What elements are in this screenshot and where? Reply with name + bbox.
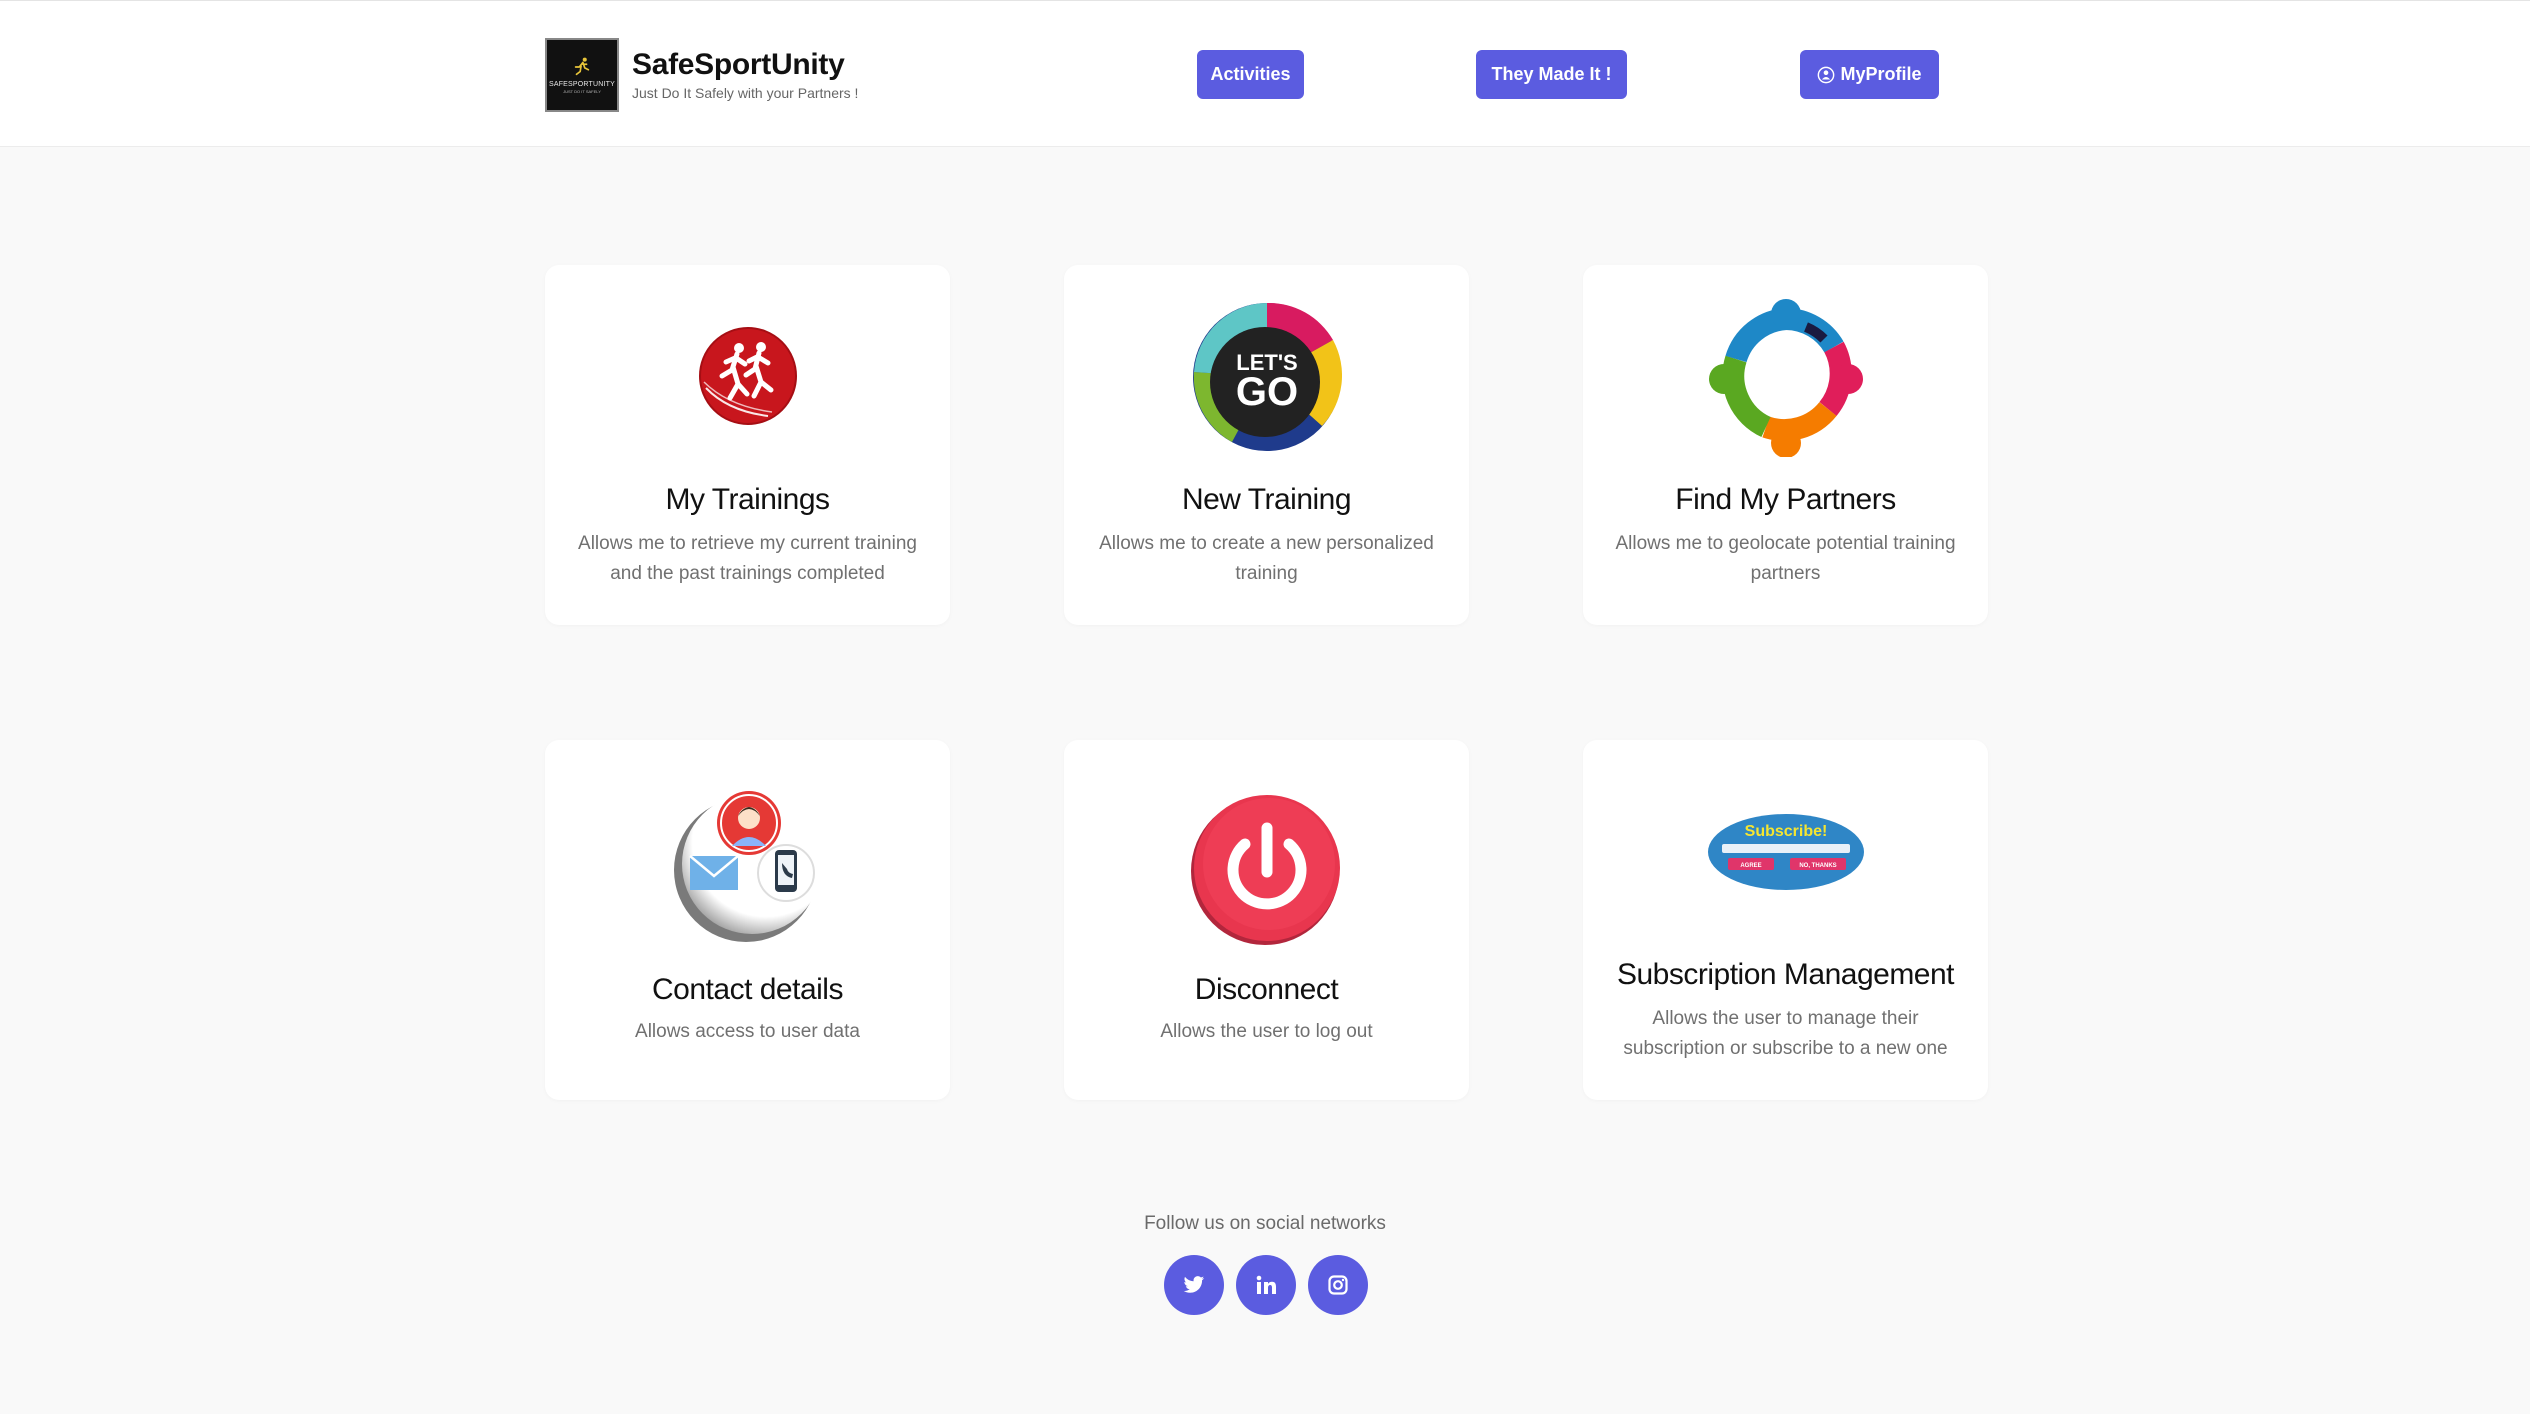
twitter-button[interactable] [1164,1255,1224,1315]
subscribe-icon: Subscribe! AGREE NO, THANKS [1707,814,1864,890]
card-icon-wrap [1583,297,1988,457]
follow-us-text: Follow us on social networks [1144,1213,1386,1234]
card-title: My Trainings [665,483,830,516]
logo-text: SAFESPORTUNITY [548,81,616,88]
card-title: Subscription Management [1616,958,1955,991]
card-title: New Training [1181,483,1352,516]
linkedin-button[interactable] [1236,1255,1296,1315]
activities-button[interactable]: Activities [1197,50,1304,99]
card-description: Allows the user to log out [1160,1021,1373,1042]
instagram-icon [1328,1275,1348,1295]
user-circle-icon [1818,66,1835,83]
brand[interactable]: SAFESPORTUNITY JUST DO IT SAFELY SafeSpo… [545,37,858,113]
subscribe-agree-label: AGREE [1740,863,1761,869]
card-description: Allows the user to manage their subscrip… [1623,1008,1948,1059]
contact-icon [673,791,822,942]
top-navigation-bar: SAFESPORTUNITY JUST DO IT SAFELY SafeSpo… [0,0,2530,147]
card-description: Allows me to geolocate potential trainin… [1615,533,1956,584]
card-description: Allows me to create a new personalized t… [1099,533,1434,584]
runners-icon [698,327,797,425]
subscribe-heading: Subscribe! [1744,823,1827,840]
power-icon [1190,795,1340,945]
card-description: Allows access to user data [635,1021,860,1042]
my-trainings-card[interactable]: My Trainings Allows me to retrieve my cu… [545,265,950,625]
runner-logo-icon [574,57,590,76]
disconnect-card[interactable]: Disconnect Allows the user to log out [1064,740,1469,1100]
card-icon-wrap: Subscribe! AGREE NO, THANKS [1583,812,1988,892]
lets-go-icon: LET'S GO [1192,302,1342,451]
logo-subtext: JUST DO IT SAFELY [563,89,601,94]
card-title: Disconnect [1194,973,1339,1006]
brand-logo[interactable]: SAFESPORTUNITY JUST DO IT SAFELY [545,38,619,112]
subscribe-decline-label: NO, THANKS [1799,863,1836,869]
card-description: Allows me to retrieve my current trainin… [578,533,917,584]
brand-text: SafeSportUnity Just Do It Safely with yo… [632,48,858,102]
card-icon-wrap [1064,788,1469,948]
card-icon-wrap: LET'S GO [1064,302,1469,452]
find-my-partners-card[interactable]: Find My Partners Allows me to geolocate … [1583,265,1988,625]
card-title: Find My Partners [1675,483,1896,516]
brand-tagline: Just Do It Safely with your Partners ! [632,85,859,101]
card-title: Contact details [652,973,843,1006]
team-circle-icon [1708,299,1863,457]
card-icon-wrap [545,326,950,426]
contact-details-card[interactable]: Contact details Allows access to user da… [545,740,950,1100]
new-training-card[interactable]: LET'S GO New Training Allows me to creat… [1064,265,1469,625]
my-profile-label: MyProfile [1840,64,1922,84]
my-profile-button[interactable]: MyProfile [1800,50,1939,99]
subscription-management-card[interactable]: Subscribe! AGREE NO, THANKS Subscription… [1583,740,1988,1100]
card-icon-wrap [545,788,950,948]
go-text: GO [1235,370,1297,414]
brand-name[interactable]: SafeSportUnity [632,48,858,82]
twitter-icon [1183,1276,1205,1293]
instagram-button[interactable] [1308,1255,1368,1315]
linkedin-icon [1256,1275,1276,1294]
they-made-it-button[interactable]: They Made It ! [1476,50,1627,99]
